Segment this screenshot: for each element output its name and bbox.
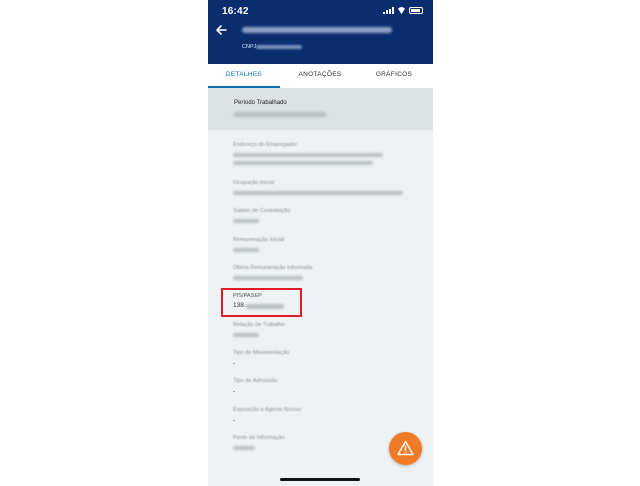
admissao-value: - — [233, 388, 236, 395]
relacao-value-redacted — [233, 333, 259, 337]
warning-icon — [397, 440, 414, 456]
ocupacao-value-redacted — [233, 191, 403, 195]
tab-detalhes[interactable]: DETALHES — [208, 64, 280, 88]
relacao-label: Relação de Trabalho — [233, 322, 285, 328]
endereco-label: Endereço do Empregador — [233, 142, 298, 148]
pis-highlight-box — [221, 288, 302, 317]
back-arrow-icon[interactable] — [215, 24, 229, 38]
remuneracao-inicial-value-redacted — [233, 248, 259, 252]
movimentacao-value: - — [233, 360, 236, 367]
movimentacao-label: Tipo de Movimentação — [233, 350, 290, 356]
salario-value-redacted — [233, 219, 259, 223]
phone-screen: 16:42 CNPJ DETALHES ANOTAÇÕES GRÁFICOS P… — [208, 0, 433, 486]
alert-fab-button[interactable] — [389, 432, 422, 465]
endereco-value-redacted-2 — [233, 161, 373, 165]
cnpj-value-redacted — [256, 45, 302, 49]
status-icons — [383, 7, 423, 14]
endereco-value-redacted — [233, 153, 383, 157]
battery-icon — [409, 7, 423, 14]
admissao-label: Tipo de Admissão — [233, 378, 278, 384]
ocupacao-label: Ocupação Inicial — [233, 180, 275, 186]
fonte-label: Fonte da Informação — [233, 435, 285, 441]
cnpj-label: CNPJ — [242, 44, 257, 50]
fonte-value-redacted — [233, 446, 255, 450]
signal-icon — [383, 7, 394, 14]
ultima-remuneracao-value-redacted — [233, 276, 303, 280]
periodo-label: Período Trabalhado — [234, 100, 287, 106]
exposicao-value: - — [233, 417, 236, 424]
app-header: 16:42 CNPJ — [208, 0, 433, 64]
periodo-section: Período Trabalhado — [208, 88, 433, 130]
status-time: 16:42 — [222, 6, 249, 17]
periodo-value-redacted — [234, 112, 326, 117]
tab-bar: DETALHES ANOTAÇÕES GRÁFICOS — [208, 64, 433, 89]
employer-name-redacted — [242, 27, 392, 33]
wifi-icon — [397, 7, 406, 14]
home-indicator — [280, 478, 360, 481]
salario-label: Salário de Contratação — [233, 208, 291, 214]
exposicao-label: Exposição a Agente Nocivo — [233, 407, 302, 413]
status-bar: 16:42 — [208, 0, 433, 20]
tab-anotacoes[interactable]: ANOTAÇÕES — [284, 64, 356, 88]
ultima-remuneracao-label: Última Remuneração Informada — [233, 265, 313, 271]
tab-graficos[interactable]: GRÁFICOS — [358, 64, 430, 88]
remuneracao-inicial-label: Remuneração Inicial — [233, 237, 284, 243]
